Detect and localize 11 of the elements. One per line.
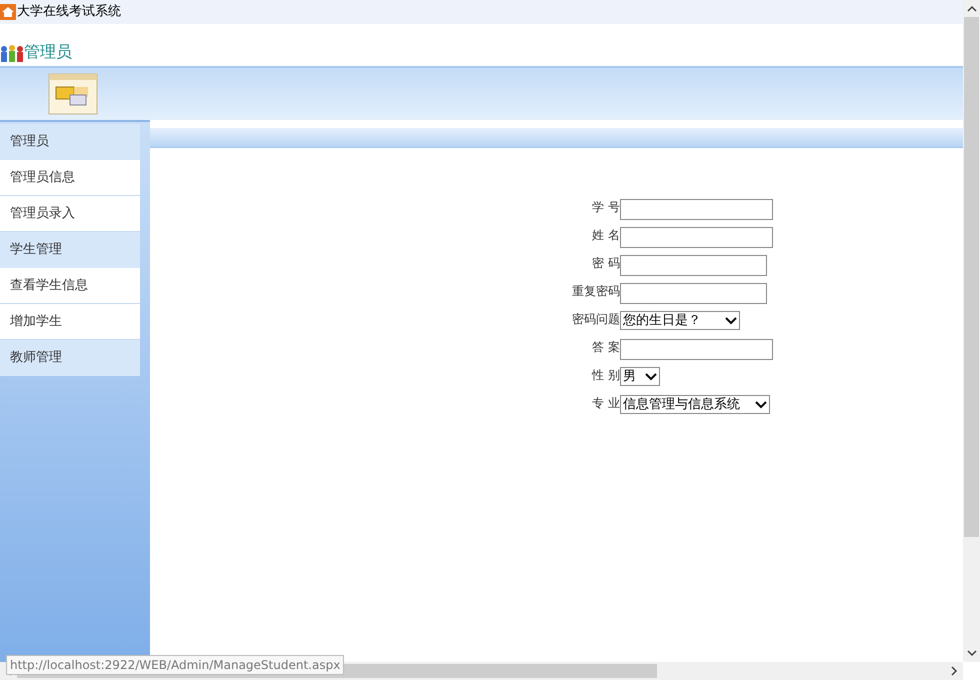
page-title: 管理员 <box>24 41 72 63</box>
field-label: 重复密码 <box>571 283 620 300</box>
status-url-tooltip: http://localhost:2922/WEB/Admin/ManageStudent.aspx <box>6 655 344 675</box>
field-label: 答 案 <box>591 339 620 356</box>
field-label: 专 业 <box>591 395 620 412</box>
field-label: 学 号 <box>591 199 620 216</box>
field-label: 密码问题 <box>571 311 620 328</box>
window-title: 大学在线考试系统 <box>17 3 121 22</box>
field-label: 性 别 <box>590 367 620 384</box>
field-label: 密 码 <box>591 255 620 272</box>
field-label: 姓 名 <box>591 227 620 244</box>
